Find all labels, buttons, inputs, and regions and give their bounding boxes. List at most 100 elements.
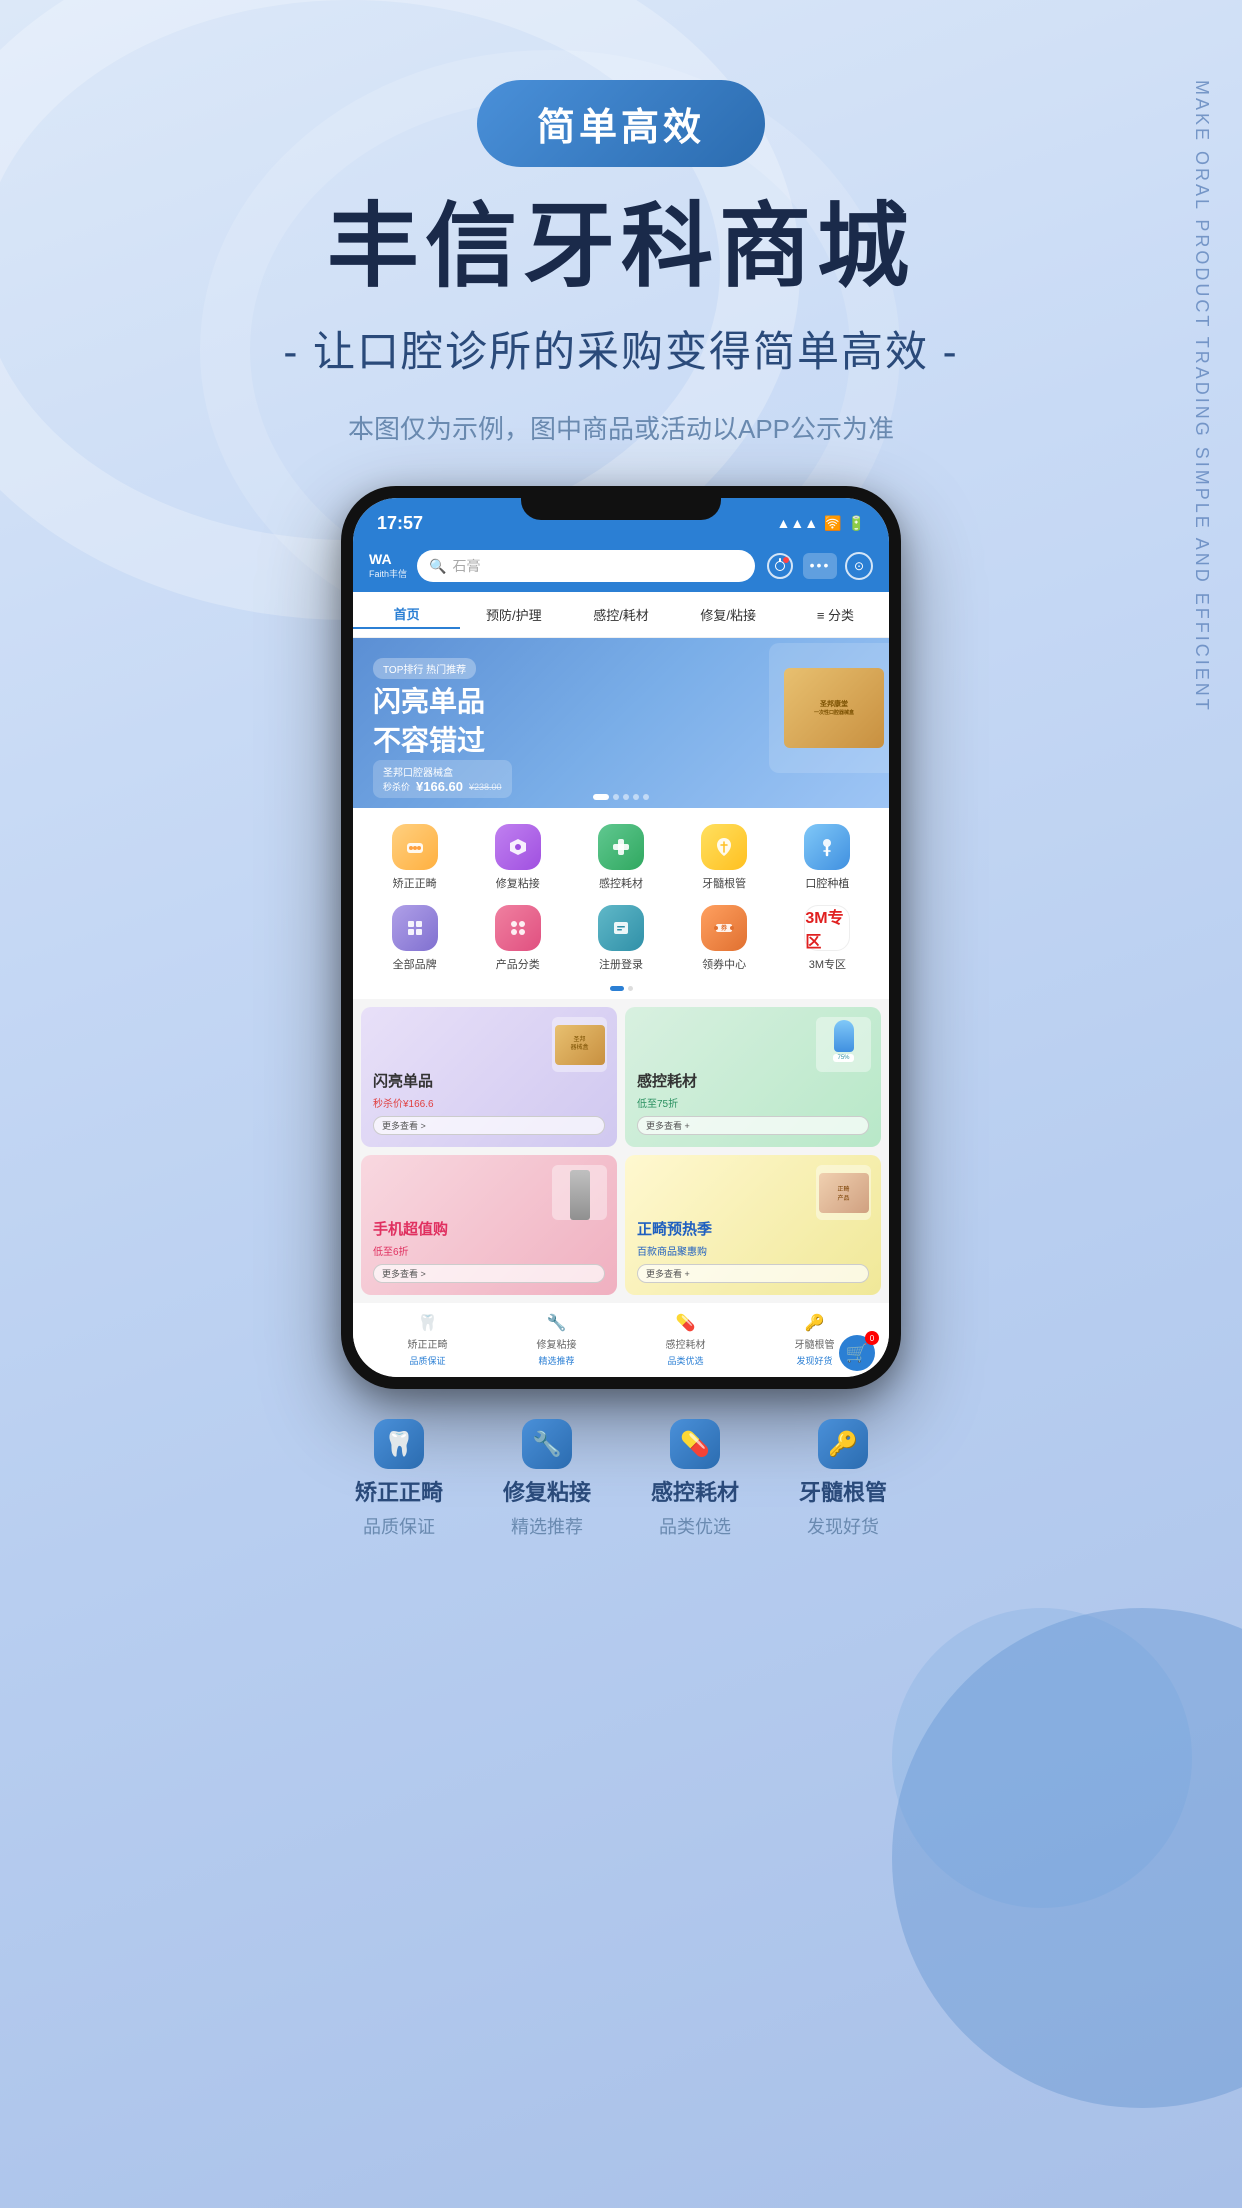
sub-title: - 让口腔诊所的采购变得简单高效 - bbox=[0, 318, 1242, 379]
nav-item-prevention[interactable]: 预防/护理 bbox=[460, 601, 567, 628]
phone-bottom-nav: 🦷 矫正正畸 品质保证 🔧 修复粘接 精选推荐 💊 感控耗材 品类优选 🔑 牙髓… bbox=[353, 1303, 889, 1377]
note-text: 本图仅为示例，图中商品或活动以APP公示为准 bbox=[0, 409, 1242, 446]
search-placeholder: 石膏 bbox=[452, 556, 480, 576]
cat-implant-label: 口腔种植 bbox=[805, 875, 849, 891]
promo-card-infection-btn[interactable]: 更多查看 + bbox=[637, 1116, 869, 1135]
cat-infection[interactable]: 感控耗材 bbox=[581, 824, 661, 891]
target-icon-symbol: ⊙ bbox=[854, 559, 864, 573]
cat-infection-icon bbox=[598, 824, 644, 870]
status-icons: ▲▲▲ 🛜 🔋 bbox=[777, 515, 865, 532]
phone-device: 17:57 ▲▲▲ 🛜 🔋 WA Faith丰信 🔍 石膏 bbox=[341, 486, 901, 1389]
cat-orthodontics[interactable]: 矫正正畸 bbox=[375, 824, 455, 891]
nav-item-restoration[interactable]: 修复/粘接 bbox=[675, 601, 782, 628]
promo-grid: 圣邦器械盒 闪亮单品 秒杀价¥166.6 更多查看 > 75% 感控耗材 bbox=[353, 999, 889, 1303]
bottom-nav-restoration[interactable]: 🔧 修复粘接 精选推荐 bbox=[537, 1313, 577, 1367]
category-row-1: 矫正正畸 修复粘接 感控耗材 bbox=[363, 824, 879, 891]
bottom-nav-infection-control[interactable]: 💊 感控耗材 品类优选 bbox=[666, 1313, 706, 1367]
search-icon: 🔍 bbox=[429, 558, 446, 575]
cat-endodontics[interactable]: 牙髓根管 bbox=[684, 824, 764, 891]
footer-badge-infection-sub: 品类优选 bbox=[659, 1513, 731, 1539]
banner-dot-5 bbox=[643, 794, 649, 800]
cat-restoration[interactable]: 修复粘接 bbox=[478, 824, 558, 891]
phone-screen: 17:57 ▲▲▲ 🛜 🔋 WA Faith丰信 🔍 石膏 bbox=[353, 498, 889, 1377]
battery-icon: 🔋 bbox=[848, 515, 865, 532]
bottom-nav-orthodontics-icon: 🦷 bbox=[418, 1313, 438, 1333]
banner-original-price: ¥238.00 bbox=[469, 782, 502, 792]
promo-card-phone-subtitle: 低至6折 bbox=[373, 1243, 605, 1258]
category-row-2: 全部品牌 产品分类 注册登录 bbox=[363, 905, 879, 972]
footer-badge-restoration: 🔧 修复粘接 精选推荐 bbox=[503, 1419, 591, 1539]
footer-badge-endodontics-sub: 发现好货 bbox=[807, 1513, 879, 1539]
banner[interactable]: TOP排行 热门推荐 闪亮单品 不容错过 圣邦口腔器械盒 秒杀价 ¥166.60… bbox=[353, 638, 889, 808]
target-icon[interactable]: ⊙ bbox=[845, 552, 873, 580]
app-logo: WA Faith丰信 bbox=[369, 552, 407, 580]
promo-card-ortho[interactable]: 正畸产品 正畸预热季 百款商品聚惠购 更多查看 + bbox=[625, 1155, 881, 1295]
box-visual: 圣邦康堂 一次性口腔器械盒 bbox=[784, 668, 884, 748]
promo-card-infection-title: 感控耗材 bbox=[637, 1070, 869, 1091]
footer-badge-orthodontics: 🦷 矫正正畸 品质保证 bbox=[355, 1419, 443, 1539]
cat-product-category[interactable]: 产品分类 bbox=[478, 905, 558, 972]
top-section: 简单高效 丰信牙科商城 - 让口腔诊所的采购变得简单高效 - 本图仅为示例，图中… bbox=[0, 0, 1242, 446]
bottom-nav-endodontics-label: 牙髓根管 bbox=[795, 1336, 835, 1351]
nav-item-infection[interactable]: 感控/耗材 bbox=[567, 601, 674, 628]
nav-item-home[interactable]: 首页 bbox=[353, 600, 460, 629]
cat-coupon-label: 领券中心 bbox=[702, 956, 746, 972]
footer-badge-endodontics-label: 牙髓根管 bbox=[799, 1475, 887, 1507]
bottom-nav-infection-label: 感控耗材 bbox=[666, 1336, 706, 1351]
footer-badge-restoration-icon: 🔧 bbox=[522, 1419, 572, 1469]
main-title: 丰信牙科商城 bbox=[0, 197, 1242, 298]
bottom-nav-infection-sub: 品类优选 bbox=[667, 1354, 703, 1367]
footer-badge-endodontics: 🔑 牙髓根管 发现好货 bbox=[799, 1419, 887, 1539]
bottom-nav-restoration-label: 修复粘接 bbox=[537, 1336, 577, 1351]
promo-card-ortho-btn[interactable]: 更多查看 + bbox=[637, 1264, 869, 1283]
footer-badge-infection: 💊 感控耗材 品类优选 bbox=[651, 1419, 739, 1539]
logo-name: Faith丰信 bbox=[369, 567, 407, 580]
bottom-nav-restoration-sub: 精选推荐 bbox=[538, 1354, 574, 1367]
search-bar[interactable]: 🔍 石膏 bbox=[417, 550, 755, 582]
cat-restoration-icon bbox=[495, 824, 541, 870]
banner-tag: TOP排行 热门推荐 bbox=[373, 658, 476, 679]
banner-dot-3 bbox=[623, 794, 629, 800]
promo-card-phone-btn[interactable]: 更多查看 > bbox=[373, 1264, 605, 1283]
tag-badge: 简单高效 bbox=[477, 80, 765, 167]
cat-all-brands[interactable]: 全部品牌 bbox=[375, 905, 455, 972]
promo-card-infection-img: 75% bbox=[816, 1017, 871, 1072]
bottom-nav-endodontics[interactable]: 🔑 牙髓根管 发现好货 bbox=[795, 1313, 835, 1367]
promo-card-infection[interactable]: 75% 感控耗材 低至75折 更多查看 + bbox=[625, 1007, 881, 1147]
cat-3m-text: 3M专区 bbox=[805, 904, 849, 952]
bottom-nav-orthodontics[interactable]: 🦷 矫正正畸 品质保证 bbox=[408, 1313, 448, 1367]
footer-badge-infection-label: 感控耗材 bbox=[651, 1475, 739, 1507]
footer-badges: 🦷 矫正正畸 品质保证 🔧 修复粘接 精选推荐 💊 感控耗材 品类优选 🔑 牙髓… bbox=[0, 1389, 1242, 1579]
cat-register[interactable]: 注册登录 bbox=[581, 905, 661, 972]
cart-floating-button[interactable]: 🛒 0 bbox=[839, 1335, 875, 1371]
promo-card-flash-btn[interactable]: 更多查看 > bbox=[373, 1116, 605, 1135]
promo-card-infection-subtitle: 低至75折 bbox=[637, 1095, 869, 1110]
promo-card-phone[interactable]: 手机超值购 低至6折 更多查看 > bbox=[361, 1155, 617, 1295]
promo-card-flash[interactable]: 圣邦器械盒 闪亮单品 秒杀价¥166.6 更多查看 > bbox=[361, 1007, 617, 1147]
svg-text:券: 券 bbox=[720, 924, 728, 932]
signal-icon: ▲▲▲ bbox=[777, 515, 819, 531]
cat-3m[interactable]: 3M专区 3M专区 bbox=[787, 905, 867, 972]
cat-coupon[interactable]: 券 领券中心 bbox=[684, 905, 764, 972]
cat-implant[interactable]: 口腔种植 bbox=[787, 824, 867, 891]
header-icons: ••• ⊙ bbox=[765, 551, 873, 581]
promo-card-flash-img: 圣邦器械盒 bbox=[552, 1017, 607, 1072]
promo-card-flash-subtitle: 秒杀价¥166.6 bbox=[373, 1095, 605, 1110]
wifi-icon: 🛜 bbox=[824, 515, 841, 532]
promo-card-flash-title: 闪亮单品 bbox=[373, 1070, 605, 1091]
notification-icon[interactable] bbox=[765, 551, 795, 581]
footer-badge-endodontics-icon: 🔑 bbox=[818, 1419, 868, 1469]
footer-badge-restoration-sub: 精选推荐 bbox=[511, 1513, 583, 1539]
cat-infection-label: 感控耗材 bbox=[599, 875, 643, 891]
promo-card-ortho-img: 正畸产品 bbox=[816, 1165, 871, 1220]
phone-notch bbox=[521, 486, 721, 520]
bottom-nav-orthodontics-label: 矫正正畸 bbox=[408, 1336, 448, 1351]
nav-item-classify[interactable]: ≡ 分类 bbox=[782, 601, 889, 628]
promo-card-phone-img bbox=[552, 1165, 607, 1220]
cat-orthodontics-icon bbox=[392, 824, 438, 870]
banner-price: ¥166.60 bbox=[416, 779, 463, 794]
more-icon[interactable]: ••• bbox=[805, 551, 835, 581]
cat-product-category-label: 产品分类 bbox=[496, 956, 540, 972]
cat-implant-icon bbox=[804, 824, 850, 870]
cat-all-brands-icon bbox=[392, 905, 438, 951]
